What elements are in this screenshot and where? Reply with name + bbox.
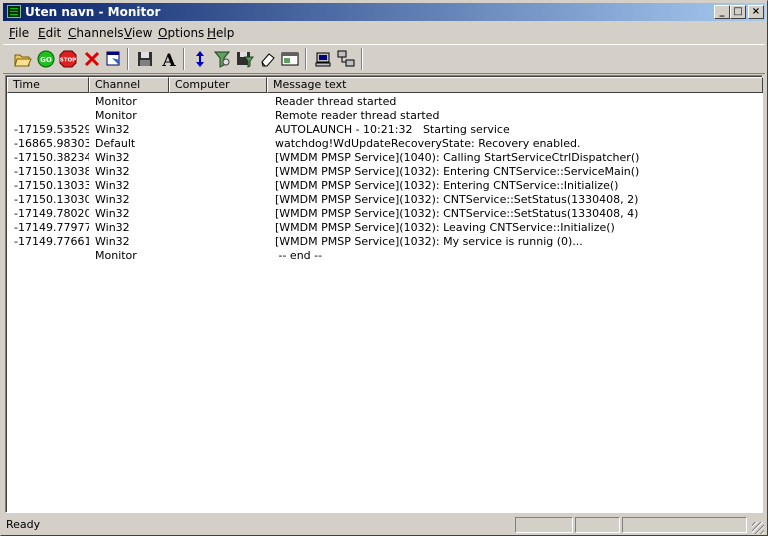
column-header-message[interactable]: Message text [267,77,763,93]
cell-channel: Default [95,137,136,150]
toolbar-separator [127,48,129,70]
save-icon[interactable] [135,49,155,69]
cell-time: -17150.130387 [14,165,89,178]
cell-message: [WMDM PMSP Service](1032): Entering CNTS… [275,179,619,192]
cell-time: -17150.130308 [14,193,89,206]
svg-text:STOP: STOP [60,58,76,64]
cell-time: -17149.780206 [14,207,89,220]
cell-channel: Win32 [95,221,130,234]
delete-icon[interactable] [82,49,102,69]
table-row[interactable]: -17159.535293 Win32 AUTOLAUNCH - 10:21:32 … [7,123,763,137]
close-button[interactable]: × [748,5,764,19]
cell-time: -17149.779776 [14,221,89,234]
cell-time: -17150.382345 [14,151,89,164]
table-row[interactable]: Monitor -- end -- [7,249,763,263]
save-filter-icon[interactable] [235,49,255,69]
message-list[interactable]: Time Channel Computer Message text Monit… [5,75,763,513]
cell-channel: Monitor [95,249,137,262]
cell-channel: Win32 [95,123,130,136]
monitor-window: Uten navn - Monitor _ □ × File Edit Chan… [0,0,768,536]
filter-icon[interactable] [212,49,232,69]
menu-view[interactable]: View [124,26,152,40]
cell-time: -17150.130339 [14,179,89,192]
svg-text:A: A [161,51,176,69]
network-icon[interactable] [336,49,356,69]
cell-time: -16865.983036 [14,137,89,150]
scroll-icon[interactable] [190,49,210,69]
toolbar: GO STOP A [3,44,765,74]
cell-channel: Win32 [95,179,130,192]
cell-channel: Monitor [95,109,137,122]
cell-message: [WMDM PMSP Service](1032): My service is… [275,235,583,248]
column-header-computer[interactable]: Computer [169,77,267,93]
cell-channel: Win32 [95,207,130,220]
table-row[interactable]: Monitor Reader thread started [7,95,763,109]
table-row[interactable]: -17150.130339 Win32 [WMDM PMSP Service](10… [7,179,763,193]
menu-edit[interactable]: Edit [38,26,61,40]
cell-channel: Win32 [95,235,130,248]
clear-icon[interactable] [258,49,278,69]
toolbar-separator [361,48,363,70]
font-icon[interactable]: A [159,49,179,71]
window-title: Uten navn - Monitor [25,5,161,19]
stop-icon[interactable]: STOP [58,49,78,69]
go-icon[interactable]: GO [36,49,56,69]
menu-channels[interactable]: Channels [68,26,124,40]
properties-icon[interactable] [104,49,124,69]
column-header-time[interactable]: Time [7,77,89,93]
status-pane [515,517,573,533]
cell-channel: Win32 [95,165,130,178]
cell-message: [WMDM PMSP Service](1032): Entering CNTS… [275,165,640,178]
status-pane [622,517,747,533]
cell-time: -17159.535293 [14,123,89,136]
list-rows: Monitor Reader thread started Monitor Remot… [7,95,763,263]
cell-message: [WMDM PMSP Service](1032): CNTService::S… [275,193,639,206]
table-row[interactable]: -17150.382345 Win32 [WMDM PMSP Service](10… [7,151,763,165]
title-bar[interactable]: Uten navn - Monitor _ □ × [3,3,765,21]
column-header-channel[interactable]: Channel [89,77,169,93]
svg-text:GO: GO [40,56,52,64]
cell-message: watchdog!WdUpdateRecoveryState: Recovery… [275,137,581,150]
menu-file[interactable]: File [9,26,29,40]
minimize-button[interactable]: _ [714,5,730,19]
menu-bar: File Edit Channels View Options Help [3,23,765,42]
toolbar-separator [183,48,185,70]
open-folder-icon[interactable] [13,49,33,69]
table-row[interactable]: -17149.780206 Win32 [WMDM PMSP Service](10… [7,207,763,221]
table-row[interactable]: -17150.130387 Win32 [WMDM PMSP Service](10… [7,165,763,179]
cell-message: Remote reader thread started [275,109,440,122]
table-row[interactable]: -17149.776612 Win32 [WMDM PMSP Service](10… [7,235,763,249]
table-row[interactable]: -16865.983036 Default watchdog!WdUpdateRec… [7,137,763,151]
menu-help[interactable]: Help [207,26,234,40]
toolbar-separator [305,48,307,70]
monitor-app-icon [7,5,21,18]
menu-options[interactable]: Options [158,26,204,40]
maximize-button[interactable]: □ [730,5,746,19]
cell-message: AUTOLAUNCH - 10:21:32 Starting service [275,123,510,136]
cell-message: [WMDM PMSP Service](1032): CNTService::S… [275,207,639,220]
list-header: Time Channel Computer Message text [7,77,763,93]
cell-channel: Win32 [95,151,130,164]
status-bar: Ready [3,515,765,535]
cell-message: [WMDM PMSP Service](1032): Leaving CNTSe… [275,221,615,234]
status-text: Ready [6,518,41,531]
computer-icon[interactable] [313,49,333,69]
cell-message: [WMDM PMSP Service](1040): Calling Start… [275,151,640,164]
table-row[interactable]: -17150.130308 Win32 [WMDM PMSP Service](10… [7,193,763,207]
status-pane [575,517,620,533]
cell-time: -17149.776612 [14,235,89,248]
window-icon[interactable] [280,49,300,69]
cell-message: -- end -- [275,249,323,262]
cell-channel: Win32 [95,193,130,206]
cell-channel: Monitor [95,95,137,108]
resize-grip[interactable] [752,522,764,534]
cell-message: Reader thread started [275,95,397,108]
table-row[interactable]: -17149.779776 Win32 [WMDM PMSP Service](10… [7,221,763,235]
table-row[interactable]: Monitor Remote reader thread started [7,109,763,123]
